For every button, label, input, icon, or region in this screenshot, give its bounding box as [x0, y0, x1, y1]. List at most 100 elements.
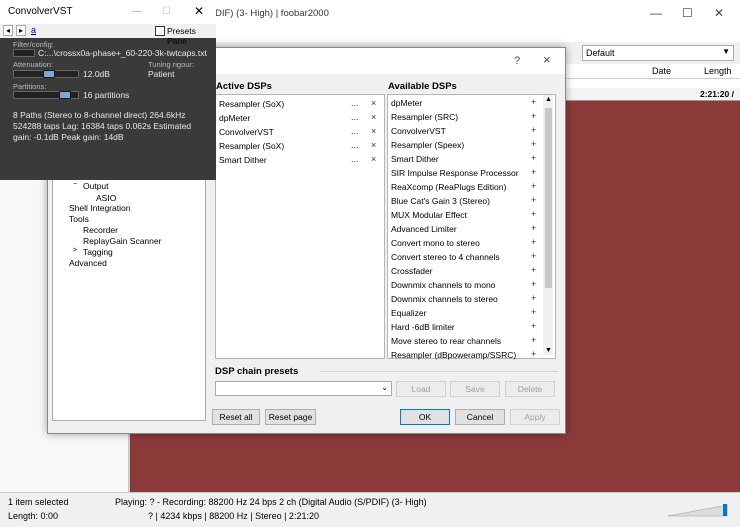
add-icon[interactable]: +: [531, 153, 536, 163]
active-dsp-item[interactable]: Smart Dither: [219, 155, 267, 165]
tree-item-asio[interactable]: ASIO: [96, 193, 116, 203]
add-icon[interactable]: +: [531, 97, 536, 107]
tree-item-recorder[interactable]: Recorder: [83, 225, 118, 235]
minimize-icon[interactable]: —: [132, 6, 142, 17]
add-icon[interactable]: +: [531, 293, 536, 303]
active-dsp-item[interactable]: Resampler (SoX): [219, 141, 284, 151]
available-dsp-item[interactable]: Resampler (dBpoweramp/SSRC): [391, 350, 516, 360]
tree-item-advanced[interactable]: Advanced: [69, 258, 107, 268]
dsp-preset-combo[interactable]: ⌄: [215, 381, 392, 396]
maximize-icon[interactable]: ☐: [682, 6, 693, 20]
help-icon[interactable]: ?: [514, 55, 520, 67]
tree-item-tagging[interactable]: Tagging: [83, 247, 113, 257]
available-dsp-item[interactable]: Downmix channels to stereo: [391, 294, 498, 304]
cancel-button[interactable]: Cancel: [455, 409, 505, 425]
tuning-value[interactable]: Patient: [148, 69, 174, 79]
volume-slider[interactable]: [668, 503, 728, 517]
add-icon[interactable]: +: [531, 251, 536, 261]
column-date[interactable]: Date: [652, 66, 671, 76]
dialog-close-icon[interactable]: ×: [543, 52, 551, 67]
load-button[interactable]: Load: [396, 381, 446, 397]
remove-icon[interactable]: ×: [371, 112, 376, 122]
scroll-down-icon[interactable]: ▼: [545, 347, 552, 354]
partitions-slider-thumb[interactable]: [58, 91, 71, 99]
filter-value: C:...\crossx0a-phase+_60-220-3k-twtcaps.…: [38, 48, 207, 58]
minimize-icon[interactable]: —: [650, 6, 662, 20]
add-icon[interactable]: +: [531, 265, 536, 275]
available-dsp-item[interactable]: Convert stereo to 4 channels: [391, 252, 500, 262]
available-dsp-item[interactable]: Hard -6dB limiter: [391, 322, 455, 332]
add-icon[interactable]: +: [531, 125, 536, 135]
active-dsp-item[interactable]: Resampler (SoX): [219, 99, 284, 109]
add-icon[interactable]: +: [531, 167, 536, 177]
available-dsp-item[interactable]: Blue Cat's Gain 3 (Stereo): [391, 196, 490, 206]
tree-item-shell-integration[interactable]: Shell Integration: [69, 203, 130, 213]
available-dsp-item[interactable]: Convert mono to stereo: [391, 238, 480, 248]
add-icon[interactable]: +: [531, 279, 536, 289]
ok-button[interactable]: OK: [400, 409, 450, 425]
more-options-icon[interactable]: ...: [351, 98, 359, 108]
reset-all-button[interactable]: Reset all: [212, 409, 260, 425]
available-dsp-item[interactable]: dpMeter: [391, 98, 422, 108]
add-icon[interactable]: +: [531, 335, 536, 345]
remove-icon[interactable]: ×: [371, 140, 376, 150]
available-dsp-item[interactable]: MUX Modular Effect: [391, 210, 467, 220]
add-icon[interactable]: +: [531, 195, 536, 205]
add-icon[interactable]: +: [531, 209, 536, 219]
available-dsp-item[interactable]: Downmix channels to mono: [391, 280, 495, 290]
available-dsp-item[interactable]: ReaXcomp (ReaPlugs Edition): [391, 182, 506, 192]
available-dsp-item[interactable]: Equalizer: [391, 308, 426, 318]
tree-item-tools[interactable]: Tools: [69, 214, 89, 224]
available-dsp-item[interactable]: SIR Impulse Response Processor: [391, 168, 519, 178]
apply-button[interactable]: Apply: [510, 409, 560, 425]
arrow-right-icon[interactable]: ▸: [16, 25, 26, 36]
column-length[interactable]: Length: [704, 66, 732, 76]
available-dsp-item[interactable]: Move stereo to rear channels: [391, 336, 501, 346]
presets-pane-checkbox[interactable]: [155, 26, 165, 36]
tree-item-output[interactable]: Output: [83, 181, 109, 191]
remove-icon[interactable]: ×: [371, 98, 376, 108]
available-dsp-item[interactable]: Advanced Limiter: [391, 224, 457, 234]
remove-icon[interactable]: ×: [371, 126, 376, 136]
remove-icon[interactable]: ×: [371, 154, 376, 164]
add-icon[interactable]: +: [531, 181, 536, 191]
filter-browse-control[interactable]: [13, 49, 35, 57]
add-icon[interactable]: +: [531, 139, 536, 149]
scrollbar-thumb[interactable]: [545, 108, 552, 288]
preset-link[interactable]: a: [31, 25, 36, 35]
arrow-left-icon[interactable]: ◂: [3, 25, 13, 36]
available-dsps-list[interactable]: dpMeter + Resampler (SRC) + ConvolverVST + Res…: [387, 94, 556, 360]
tree-item-replaygain-scanner[interactable]: ReplayGain Scanner: [83, 236, 161, 246]
more-options-icon[interactable]: ...: [351, 140, 359, 150]
more-options-icon[interactable]: ...: [351, 112, 359, 122]
available-dsp-item[interactable]: ConvolverVST: [391, 126, 446, 136]
attenuation-label: Attenuation:: [13, 60, 54, 69]
active-dsps-list[interactable]: Resampler (SoX)... × dpMeter... × ConvolverV…: [215, 94, 385, 359]
add-icon[interactable]: +: [531, 223, 536, 233]
add-icon[interactable]: +: [531, 321, 536, 331]
add-icon[interactable]: +: [531, 307, 536, 317]
available-dsp-item[interactable]: Resampler (Speex): [391, 140, 464, 150]
output-device-combo[interactable]: Default ▼: [582, 45, 734, 61]
more-options-icon[interactable]: ...: [351, 126, 359, 136]
available-dsp-item[interactable]: Resampler (SRC): [391, 112, 458, 122]
available-dsp-item[interactable]: Smart Dither: [391, 154, 439, 164]
add-icon[interactable]: +: [531, 237, 536, 247]
active-dsp-item[interactable]: ConvolverVST: [219, 127, 274, 137]
add-icon[interactable]: +: [531, 349, 536, 359]
delete-button[interactable]: Delete: [505, 381, 555, 397]
expand-icon[interactable]: >: [73, 247, 77, 254]
scroll-up-icon[interactable]: ▲: [545, 96, 552, 103]
collapse-icon[interactable]: −: [73, 181, 77, 188]
available-dsp-item[interactable]: Crossfader: [391, 266, 433, 276]
attenuation-slider-thumb[interactable]: [42, 70, 55, 78]
close-icon[interactable]: ✕: [714, 6, 724, 20]
add-icon[interactable]: +: [531, 111, 536, 121]
available-dsps-label: Available DSPs: [388, 81, 457, 92]
reset-page-button[interactable]: Reset page: [265, 409, 316, 425]
maximize-icon[interactable]: ☐: [162, 6, 171, 17]
close-icon[interactable]: ✕: [194, 4, 204, 18]
save-button[interactable]: Save: [450, 381, 500, 397]
active-dsp-item[interactable]: dpMeter: [219, 113, 250, 123]
more-options-icon[interactable]: ...: [351, 154, 359, 164]
